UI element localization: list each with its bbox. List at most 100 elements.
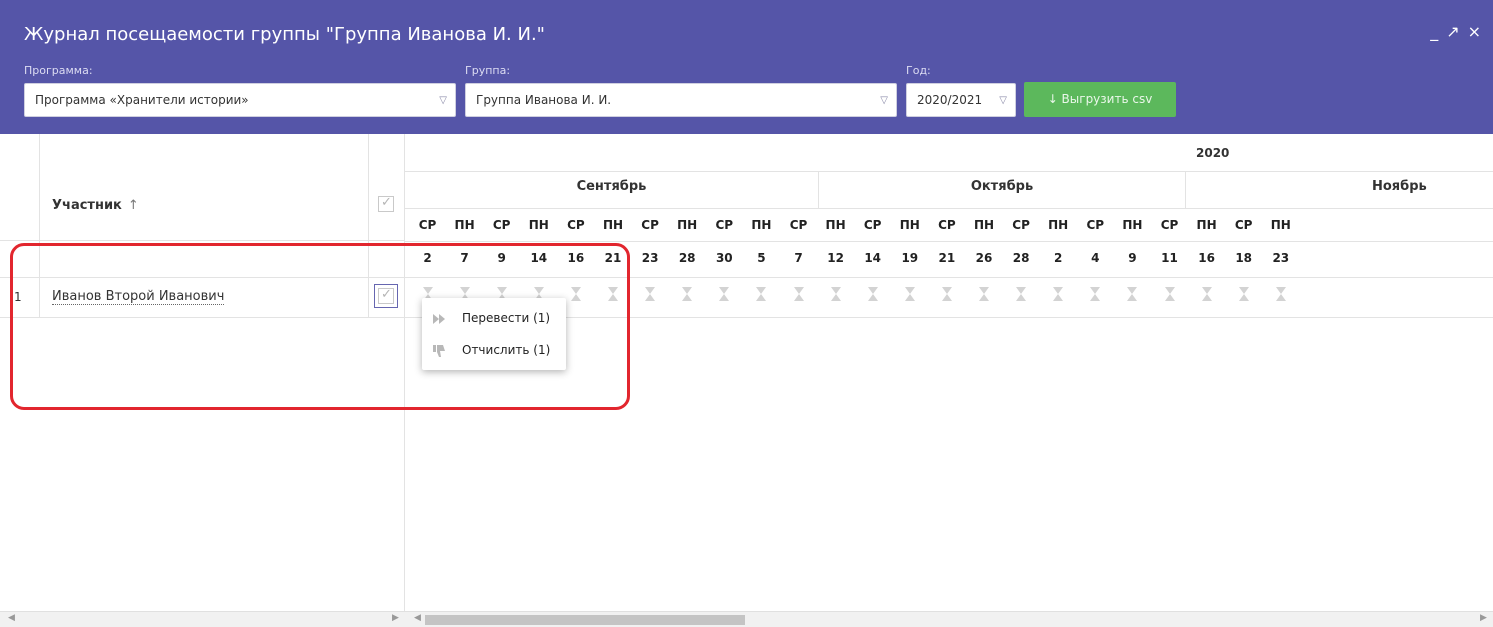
- divider: [0, 277, 405, 278]
- scroll-left-icon[interactable]: ◀: [8, 613, 15, 623]
- weekday-cell: СР: [1160, 218, 1179, 232]
- hourglass-icon: [1238, 287, 1249, 301]
- divider: [818, 171, 819, 208]
- window-controls: _ ↗ ×: [1430, 22, 1481, 41]
- day-cell: 28: [1012, 251, 1030, 265]
- attendance-cell[interactable]: [891, 286, 928, 304]
- hourglass-icon: [1090, 287, 1101, 301]
- day-cell: 14: [864, 251, 882, 265]
- attendance-cell[interactable]: [1003, 286, 1040, 304]
- hourglass-icon: [904, 287, 915, 301]
- group-select-value: Группа Иванова И. И.: [476, 93, 612, 107]
- attendance-cell[interactable]: [743, 286, 780, 304]
- divider: [39, 134, 40, 317]
- group-label: Группа:: [465, 64, 511, 77]
- attendance-cell[interactable]: [632, 286, 669, 304]
- weekday-cell: ПН: [1048, 218, 1069, 232]
- hourglass-icon: [682, 287, 693, 301]
- attendance-cell[interactable]: [854, 286, 891, 304]
- attendance-cell[interactable]: [780, 286, 817, 304]
- weekday-cell: ПН: [677, 218, 698, 232]
- chevron-down-icon: ▽: [999, 95, 1007, 106]
- weekday-cell: СР: [1234, 218, 1253, 232]
- hourglass-icon: [570, 287, 581, 301]
- year-select[interactable]: 2020/2021 ▽: [906, 83, 1016, 117]
- attendance-cell[interactable]: [1188, 286, 1225, 304]
- program-select[interactable]: Программа «Хранители истории» ▽: [24, 83, 456, 117]
- attendance-cell[interactable]: [1114, 286, 1151, 304]
- day-cell: 9: [497, 251, 506, 265]
- attendance-cell[interactable]: [706, 286, 743, 304]
- day-cell: 4: [1091, 251, 1100, 265]
- close-icon[interactable]: ×: [1468, 22, 1481, 41]
- attendance-grid: Участник↑ 1 Иванов Второй Иванович 2020 …: [0, 134, 1493, 627]
- day-cell: 2: [423, 251, 432, 265]
- sort-arrow-icon: ↑: [127, 198, 139, 213]
- weekday-cell: СР: [492, 218, 511, 232]
- day-cell: 16: [567, 251, 585, 265]
- expand-icon[interactable]: ↗: [1446, 22, 1459, 41]
- day-cell: 7: [794, 251, 803, 265]
- scrollbar-thumb[interactable]: [425, 615, 745, 625]
- day-cell: 2: [1054, 251, 1063, 265]
- horizontal-scrollbar[interactable]: ◀ ▶ ◀ ▶: [0, 611, 1493, 627]
- thumbs-down-icon: [433, 345, 445, 357]
- hourglass-icon: [1201, 287, 1212, 301]
- group-select[interactable]: Группа Иванова И. И. ▽: [465, 83, 897, 117]
- weekday-cell: СР: [789, 218, 808, 232]
- menu-item-expel[interactable]: Отчислить (1): [422, 336, 566, 366]
- day-cell: 16: [1198, 251, 1215, 265]
- attendance-cell[interactable]: [669, 286, 706, 304]
- day-cell: 5: [757, 251, 766, 265]
- menu-item-label: Отчислить (1): [462, 343, 551, 357]
- attendance-cell[interactable]: [928, 286, 965, 304]
- weekday-cell: СР: [418, 218, 437, 232]
- program-select-value: Программа «Хранители истории»: [35, 93, 249, 107]
- attendance-cell[interactable]: [1262, 286, 1299, 304]
- day-cell: 18: [1235, 251, 1253, 265]
- select-all-checkbox[interactable]: [378, 195, 394, 212]
- row-checkbox[interactable]: [374, 284, 398, 308]
- hourglass-icon: [830, 287, 841, 301]
- attendance-cell[interactable]: [1040, 286, 1077, 304]
- hourglass-icon: [1053, 287, 1064, 301]
- weekday-cell: ПН: [1270, 218, 1291, 232]
- export-csv-button[interactable]: ↓ Выгрузить csv: [1024, 82, 1176, 117]
- scroll-right-icon[interactable]: ▶: [1480, 613, 1487, 623]
- day-cell: 30: [715, 251, 733, 265]
- day-cell: 9: [1128, 251, 1137, 265]
- day-cell: 11: [1161, 251, 1178, 265]
- attendance-cell[interactable]: [1225, 286, 1262, 304]
- hourglass-icon: [608, 287, 618, 301]
- fast-forward-icon: [433, 314, 445, 324]
- weekday-cell: СР: [641, 218, 659, 232]
- row-context-menu: Перевести (1) Отчислить (1): [422, 298, 566, 370]
- participant-name[interactable]: Иванов Второй Иванович: [52, 289, 225, 305]
- minimize-icon[interactable]: _: [1430, 22, 1438, 41]
- attendance-cell[interactable]: [966, 286, 1003, 304]
- hourglass-icon: [1016, 287, 1027, 301]
- year-select-value: 2020/2021: [917, 93, 983, 107]
- day-cell: 21: [938, 251, 956, 265]
- participant-column-header[interactable]: Участник ↑: [52, 198, 139, 213]
- scroll-left-icon[interactable]: ◀: [414, 613, 421, 623]
- weekday-cell: СР: [938, 218, 956, 232]
- attendance-cell[interactable]: [817, 286, 854, 304]
- weekday-cell: СР: [715, 218, 734, 232]
- month-september: Сентябрь: [576, 179, 647, 194]
- day-cell: 19: [901, 251, 919, 265]
- attendance-cell[interactable]: [1077, 286, 1114, 304]
- hourglass-icon: [645, 287, 656, 301]
- divider: [368, 134, 369, 317]
- divider: [405, 241, 1493, 242]
- scroll-right-icon[interactable]: ▶: [392, 613, 399, 623]
- menu-item-transfer[interactable]: Перевести (1): [422, 304, 566, 334]
- menu-item-label: Перевести (1): [462, 311, 551, 325]
- chevron-down-icon: ▽: [439, 95, 447, 106]
- row-number: 1: [14, 290, 22, 304]
- divider: [405, 171, 1493, 172]
- attendance-cell[interactable]: [595, 286, 632, 304]
- participant-header: Участник ↑: [0, 134, 405, 241]
- attendance-cell[interactable]: [1151, 286, 1188, 304]
- hourglass-icon: [1164, 287, 1175, 301]
